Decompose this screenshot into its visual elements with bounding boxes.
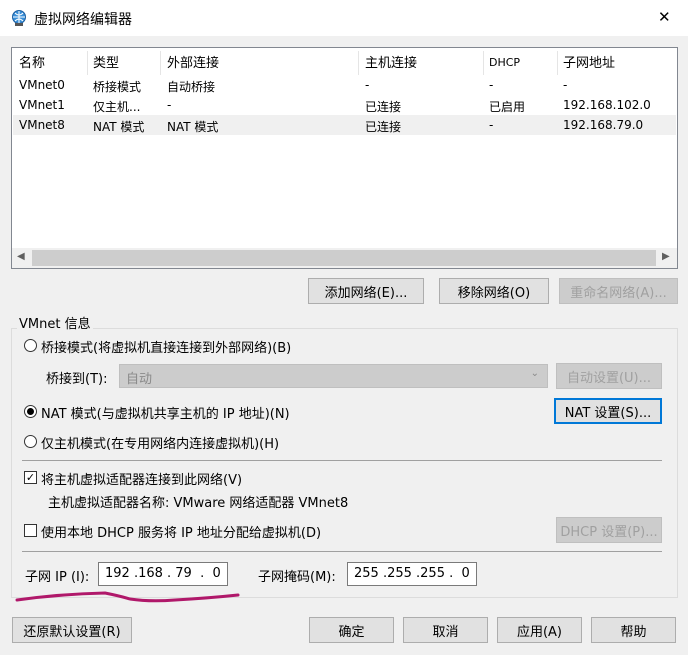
dhcp-label[interactable]: 使用本地 DHCP 服务将 IP 地址分配给虚拟机(D) <box>41 522 321 541</box>
col-external[interactable]: 外部连接 <box>167 52 219 71</box>
table-cell: 仅主机... <box>93 100 141 114</box>
network-globe-icon <box>12 10 26 26</box>
dhcp-settings-button[interactable]: DHCP 设置(P)... <box>556 517 662 543</box>
scrollbar-thumb[interactable] <box>32 250 656 266</box>
adapter-name-text: 主机虚拟适配器名称: VMware 网络适配器 VMnet8 <box>48 496 349 511</box>
col-subnet[interactable]: 子网地址 <box>563 52 615 71</box>
table-cell: 已连接 <box>365 120 402 134</box>
host-only-label[interactable]: 仅主机模式(在专用网络内连接虚拟机)(H) <box>41 433 279 452</box>
group-label: VMnet 信息 <box>17 313 93 332</box>
annotation-underline <box>15 591 240 603</box>
divider <box>22 460 662 461</box>
scroll-right-icon[interactable]: ▶ <box>662 251 670 262</box>
connect-adapter-label[interactable]: 将主机虚拟适配器连接到此网络(V) <box>41 469 242 488</box>
table-cell: - <box>563 78 568 92</box>
table-cell: VMnet1 <box>19 98 65 112</box>
table-cell: 192.168.102.0 <box>563 98 651 112</box>
connect-adapter-checkbox[interactable]: ✓ <box>24 471 37 484</box>
subnet-mask-input[interactable]: 255 .255 .255 . 0 <box>347 562 477 586</box>
table-cell: NAT 模式 <box>167 120 219 134</box>
ok-button[interactable]: 确定 <box>309 617 394 643</box>
col-host[interactable]: 主机连接 <box>365 52 417 71</box>
help-button[interactable]: 帮助 <box>591 617 676 643</box>
col-dhcp[interactable]: DHCP <box>489 56 520 69</box>
nat-settings-button[interactable]: NAT 设置(S)... <box>554 398 662 424</box>
scroll-left-icon[interactable]: ◀ <box>17 251 25 262</box>
table-cell: 已启用 <box>489 100 526 114</box>
col-name[interactable]: 名称 <box>19 52 45 71</box>
bridged-label[interactable]: 桥接模式(将虚拟机直接连接到外部网络)(B) <box>41 337 291 356</box>
remove-network-button[interactable]: 移除网络(O) <box>439 278 549 304</box>
bridge-to-select[interactable]: 自动 ⌄ <box>119 364 548 388</box>
table-row[interactable]: VMnet0 桥接模式 自动桥接 - - - <box>13 75 676 95</box>
table-cell: - <box>167 98 172 112</box>
table-cell: - <box>489 78 494 92</box>
window-title: 虚拟网络编辑器 <box>34 12 132 28</box>
bridged-radio[interactable] <box>24 339 37 352</box>
close-icon[interactable]: ✕ <box>658 8 671 26</box>
host-only-radio[interactable] <box>24 435 37 448</box>
auto-settings-button[interactable]: 自动设置(U)... <box>556 363 662 389</box>
table-cell: VMnet8 <box>19 118 65 132</box>
table-cell: - <box>365 78 370 92</box>
table-cell: 已连接 <box>365 100 402 114</box>
horizontal-scrollbar[interactable]: ◀ ▶ <box>12 248 677 268</box>
divider <box>22 551 662 552</box>
nat-radio[interactable] <box>24 405 37 418</box>
subnet-mask-label: 子网掩码(M): <box>258 570 336 585</box>
table-cell: 自动桥接 <box>167 80 216 94</box>
bridge-to-label: 桥接到(T): <box>46 372 108 387</box>
rename-network-button[interactable]: 重命名网络(A)... <box>559 278 678 304</box>
table-cell: 192.168.79.0 <box>563 118 644 132</box>
table-cell: VMnet0 <box>19 78 65 92</box>
table-row-selected[interactable]: VMnet8 NAT 模式 NAT 模式 已连接 - 192.168.79.0 <box>13 115 676 135</box>
restore-defaults-button[interactable]: 还原默认设置(R) <box>12 617 132 643</box>
table-cell: NAT 模式 <box>93 120 145 134</box>
cancel-button[interactable]: 取消 <box>403 617 488 643</box>
network-list[interactable]: 名称 类型 外部连接 主机连接 DHCP 子网地址 VMnet0 桥接模式 自动桥接… <box>11 47 678 269</box>
table-cell: 桥接模式 <box>93 80 142 94</box>
bridge-to-value: 自动 <box>126 372 153 387</box>
table-cell: - <box>489 118 494 132</box>
dhcp-checkbox[interactable] <box>24 524 37 537</box>
chevron-down-icon: ⌄ <box>530 368 539 379</box>
nat-label[interactable]: NAT 模式(与虚拟机共享主机的 IP 地址)(N) <box>41 403 290 422</box>
table-row[interactable]: VMnet1 仅主机... - 已连接 已启用 192.168.102.0 <box>13 95 676 115</box>
add-network-button[interactable]: 添加网络(E)... <box>308 278 424 304</box>
title-bar: 虚拟网络编辑器 ✕ <box>0 0 688 36</box>
col-type[interactable]: 类型 <box>93 52 119 71</box>
apply-button[interactable]: 应用(A) <box>497 617 582 643</box>
